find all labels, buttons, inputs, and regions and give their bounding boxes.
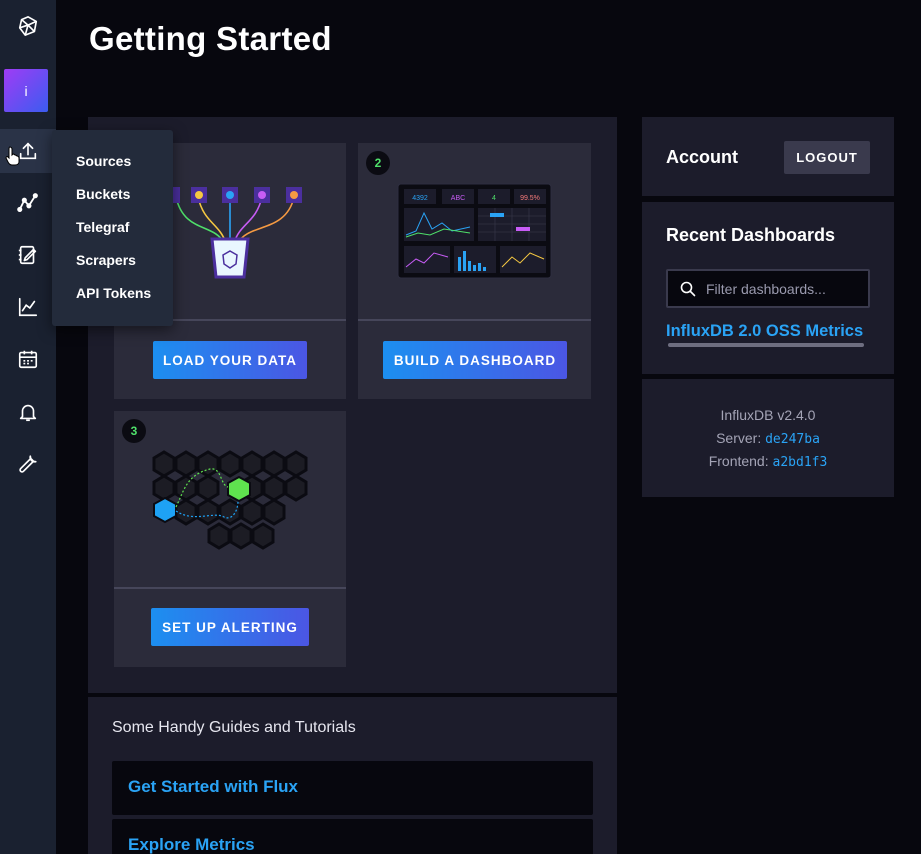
mock-stat-4: 99.5% bbox=[520, 195, 540, 202]
notebooks-icon bbox=[18, 245, 37, 265]
version-server: Server: de247ba bbox=[642, 430, 894, 447]
server-hash: de247ba bbox=[765, 432, 820, 447]
card-divider bbox=[114, 587, 346, 589]
flyout-item-telegraf[interactable]: Telegraf bbox=[76, 219, 129, 235]
build-a-dashboard-button[interactable]: BUILD A DASHBOARD bbox=[383, 341, 567, 379]
nav-dashboards[interactable] bbox=[0, 285, 56, 329]
guide-item-label: Get Started with Flux bbox=[128, 777, 299, 796]
page-title: Getting Started bbox=[89, 20, 332, 57]
org-avatar[interactable]: i bbox=[4, 69, 48, 112]
hand-cursor-icon bbox=[5, 146, 20, 166]
recent-dashboard-link[interactable]: InfluxDB 2.0 OSS Metrics bbox=[666, 322, 870, 341]
nav-settings[interactable] bbox=[0, 442, 56, 486]
guide-item[interactable]: Explore Metrics bbox=[112, 819, 593, 854]
card-divider bbox=[358, 319, 591, 321]
flyout-item-sources[interactable]: Sources bbox=[76, 153, 131, 169]
dashboard-search-input[interactable] bbox=[706, 271, 866, 306]
recent-dashboards-title: Recent Dashboards bbox=[666, 225, 836, 245]
mock-stat-3: 4 bbox=[492, 195, 496, 202]
guides-title: Some Handy Guides and Tutorials bbox=[112, 719, 356, 736]
account-title: Account bbox=[666, 147, 738, 167]
nav-tasks[interactable] bbox=[0, 337, 56, 381]
alerts-bell-icon bbox=[19, 404, 37, 422]
load-data-flyout-menu: Sources Buckets Telegraf Scrapers API To… bbox=[52, 130, 173, 326]
frontend-label: Frontend: bbox=[708, 453, 769, 469]
settings-wrench-icon bbox=[19, 455, 37, 473]
sidebar-nav: i bbox=[0, 0, 56, 854]
nav-alerts[interactable] bbox=[0, 390, 56, 434]
tasks-icon bbox=[18, 350, 38, 369]
set-up-alerting-button[interactable]: SET UP ALERTING bbox=[151, 608, 309, 646]
logout-button[interactable]: LOGOUT bbox=[784, 141, 870, 174]
dashboard-search bbox=[666, 269, 870, 308]
nav-notebooks[interactable] bbox=[0, 233, 56, 277]
frontend-hash: a2bd1f3 bbox=[772, 455, 828, 470]
nav-data-explorer[interactable] bbox=[0, 181, 56, 225]
nav-home[interactable] bbox=[0, 4, 56, 48]
load-your-data-button[interactable]: LOAD YOUR DATA bbox=[153, 341, 307, 379]
guide-item-label: Explore Metrics bbox=[128, 835, 255, 854]
alerting-hexagon-illustration bbox=[152, 450, 308, 550]
flyout-item-api-tokens[interactable]: API Tokens bbox=[76, 285, 151, 301]
data-explorer-icon bbox=[17, 193, 38, 212]
flyout-item-scrapers[interactable]: Scrapers bbox=[76, 252, 136, 268]
dashboards-icon bbox=[18, 297, 38, 317]
mock-stat-1: 4392 bbox=[412, 195, 428, 202]
version-frontend: Frontend: a2bd1f3 bbox=[642, 453, 894, 470]
guide-item[interactable]: Get Started with Flux bbox=[112, 761, 593, 815]
mock-stat-2: ABC bbox=[451, 195, 465, 202]
search-icon bbox=[680, 281, 696, 297]
server-label: Server: bbox=[716, 430, 762, 446]
horizontal-scrollbar[interactable] bbox=[668, 343, 864, 347]
version-product: InfluxDB v2.4.0 bbox=[720, 407, 816, 423]
app-root: i Getting Started LOAD YOUR DATA 2 4392 … bbox=[0, 0, 921, 854]
flyout-item-buckets[interactable]: Buckets bbox=[76, 186, 130, 202]
dashboard-illustration: 4392 ABC 4 99.5% bbox=[397, 183, 552, 279]
influxdb-logo-icon bbox=[18, 16, 38, 36]
